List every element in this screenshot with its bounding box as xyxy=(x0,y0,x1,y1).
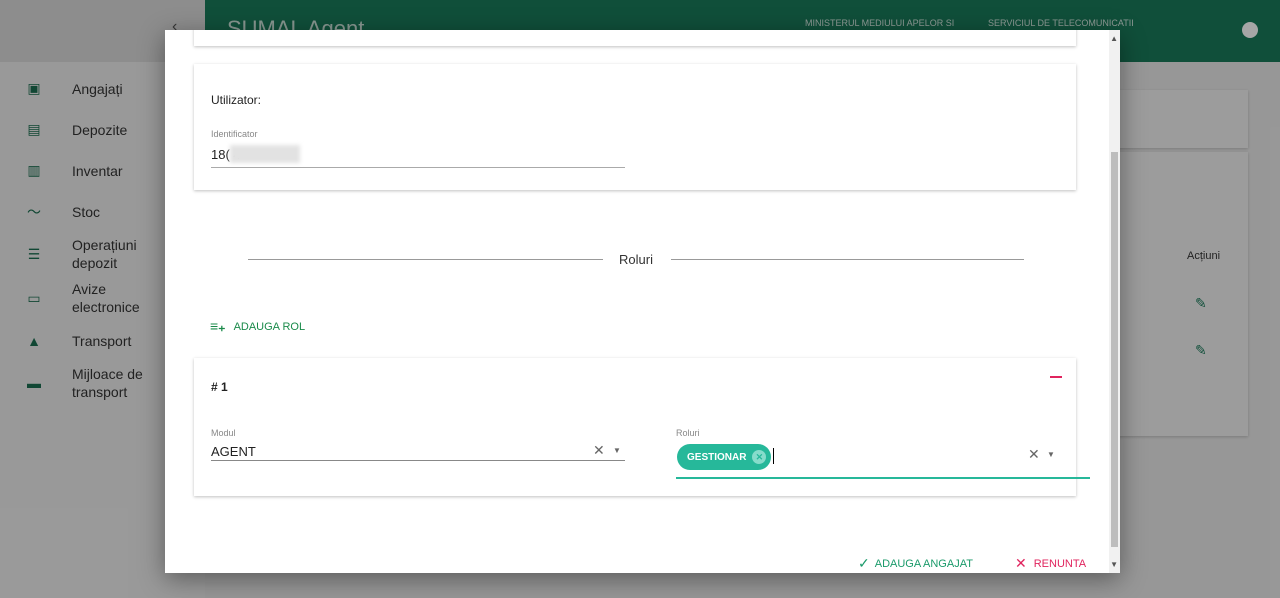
identifier-label: Identificator xyxy=(211,129,258,139)
roluri-label: Roluri xyxy=(676,428,700,438)
identifier-underline xyxy=(211,167,625,168)
divider xyxy=(248,259,603,260)
user-card: Utilizator: Identificator 18( 4 xyxy=(194,64,1076,190)
add-employee-label: ADAUGA ANGAJAT xyxy=(874,557,973,570)
close-icon: ✕ xyxy=(1015,555,1027,571)
scrollbar-thumb[interactable] xyxy=(1111,152,1118,547)
chip-remove-icon[interactable]: ✕ xyxy=(752,450,767,464)
redaction-blur xyxy=(230,145,300,163)
scroll-down-icon[interactable]: ▼ xyxy=(1110,560,1118,569)
add-employee-dialog: Utilizator: Identificator 18( 4 Roluri ≡… xyxy=(165,30,1120,573)
cancel-label: RENUNTA xyxy=(1033,557,1087,570)
role-number: # 1 xyxy=(211,380,228,394)
clear-icon[interactable]: ✕ xyxy=(1028,446,1040,463)
cancel-button[interactable]: ✕ RENUNTA xyxy=(1015,555,1086,572)
roluri-underline xyxy=(676,477,1090,479)
roles-heading: Roluri xyxy=(619,252,653,267)
scroll-up-icon[interactable]: ▲ xyxy=(1110,34,1118,43)
divider xyxy=(671,259,1024,260)
company-info-card xyxy=(194,30,1076,46)
modul-label: Modul xyxy=(211,428,236,438)
modul-select[interactable]: AGENT xyxy=(211,444,256,459)
role-chip: GESTIONAR ✕ xyxy=(677,444,772,470)
playlist-add-icon: ≡₊ xyxy=(210,318,226,334)
add-role-label: ADAUGA ROL xyxy=(233,320,306,333)
dropdown-arrow-icon[interactable]: ▼ xyxy=(1047,450,1055,459)
role-card: # 1 Modul AGENT ✕ ▼ Roluri GESTIONAR ✕ ✕… xyxy=(194,358,1090,496)
add-employee-button[interactable]: ✓ ADAUGA ANGAJAT xyxy=(858,555,973,572)
chip-label: GESTIONAR xyxy=(687,451,747,463)
user-section-title: Utilizator: xyxy=(211,93,262,107)
clear-icon[interactable]: ✕ xyxy=(593,442,605,459)
dialog-scrollbar[interactable]: ▲ ▼ xyxy=(1109,30,1120,573)
modul-underline xyxy=(211,460,625,461)
add-role-button[interactable]: ≡₊ ADAUGA ROL xyxy=(210,318,305,335)
text-cursor xyxy=(773,448,774,464)
check-icon: ✓ xyxy=(858,555,870,571)
remove-role-icon[interactable] xyxy=(1050,376,1062,378)
dropdown-arrow-icon[interactable]: ▼ xyxy=(613,446,621,455)
